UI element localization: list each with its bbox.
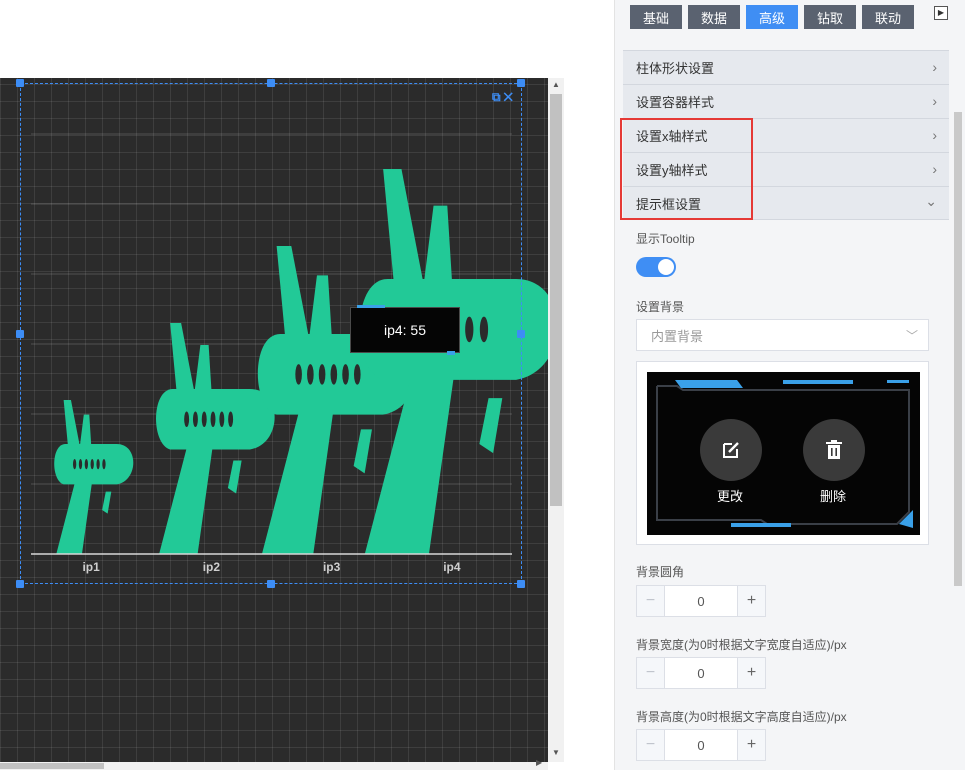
scroll-down-icon[interactable]: ▼ [552,748,560,757]
bg-width-stepper[interactable]: − 0 + [636,657,766,689]
chevron-down-icon: ﹀ [905,329,918,343]
resize-handle-br[interactable] [517,580,525,588]
background-select-value: 内置背景 [651,328,704,344]
increment-button[interactable]: + [737,586,765,616]
change-background-label: 更改 [717,489,744,504]
background-preview-image: 更改 删除 [647,372,920,535]
decrement-button[interactable]: − [637,730,665,760]
chevron-right-icon: › [932,127,937,143]
section-container-style[interactable]: 设置容器样式 › [623,84,949,118]
panel-scrollbar[interactable] [954,112,962,586]
chevron-right-icon: › [932,59,937,75]
chevron-right-icon: › [932,161,937,177]
change-background-button[interactable] [700,419,762,481]
tab-linkage[interactable]: 联动 [862,5,914,29]
background-preview: 更改 删除 [636,361,929,545]
tab-basic[interactable]: 基础 [630,5,682,29]
tab-data[interactable]: 数据 [688,5,740,29]
bg-height-label: 背景高度(为0时根据文字高度自适应)/px [636,710,847,724]
delete-background-button[interactable] [803,419,865,481]
canvas-horizontal-scrollbar[interactable]: ▶ [0,758,548,770]
tab-drilldown[interactable]: 钻取 [804,5,856,29]
increment-button[interactable]: + [737,658,765,688]
highlight-annotation [620,118,753,220]
resize-handle-mr[interactable] [517,330,525,338]
settings-tabs: 基础 数据 高级 钻取 联动 [630,5,914,29]
resize-handle-tl[interactable] [16,79,24,87]
show-tooltip-label: 显示Tooltip [636,232,695,246]
delete-background-label: 删除 [820,489,847,504]
scroll-right-icon[interactable]: ▶ [536,758,542,767]
decrement-button[interactable]: − [637,586,665,616]
vertical-scroll-thumb[interactable] [550,94,562,506]
chevron-right-icon: › [932,93,937,109]
chart-tooltip: ip4: 55 [350,305,460,355]
bg-width-value[interactable]: 0 [665,658,737,688]
tech-frame-graphic [656,380,913,528]
toggle-knob [658,259,674,275]
show-tooltip-toggle[interactable] [636,257,676,277]
scroll-up-icon[interactable]: ▲ [552,80,560,89]
section-bar-shape[interactable]: 柱体形状设置 › [623,50,949,84]
component-actions: ⧉✕ [492,90,516,105]
collapse-panel-icon[interactable]: ▶ [934,6,948,20]
bg-radius-stepper[interactable]: − 0 + [636,585,766,617]
resize-handle-bl[interactable] [16,580,24,588]
background-select[interactable]: 内置背景 ﹀ [636,319,929,351]
increment-button[interactable]: + [737,730,765,760]
bg-height-stepper[interactable]: − 0 + [636,729,766,761]
copy-icon[interactable]: ⧉ [492,90,504,104]
bg-height-value[interactable]: 0 [665,730,737,760]
resize-handle-ml[interactable] [16,330,24,338]
bg-radius-label: 背景圆角 [636,565,685,579]
section-label: 设置容器样式 [636,95,715,110]
resize-handle-tm[interactable] [267,79,275,87]
trash-icon [826,440,842,459]
resize-handle-bm[interactable] [267,580,275,588]
chevron-down-icon: ⌄ [925,193,937,209]
bg-width-label: 背景宽度(为0时根据文字宽度自适应)/px [636,638,847,652]
bg-radius-value[interactable]: 0 [665,586,737,616]
tab-advanced[interactable]: 高级 [746,5,798,29]
background-label: 设置背景 [636,300,685,314]
edit-icon [723,442,739,458]
close-icon[interactable]: ✕ [504,90,516,104]
decrement-button[interactable]: − [637,658,665,688]
tooltip-text: ip4: 55 [383,322,427,338]
horizontal-scroll-thumb[interactable] [0,763,104,769]
resize-handle-tr[interactable] [517,79,525,87]
canvas-vertical-scrollbar[interactable]: ▲ ▼ [548,78,564,762]
section-label: 柱体形状设置 [636,61,715,76]
